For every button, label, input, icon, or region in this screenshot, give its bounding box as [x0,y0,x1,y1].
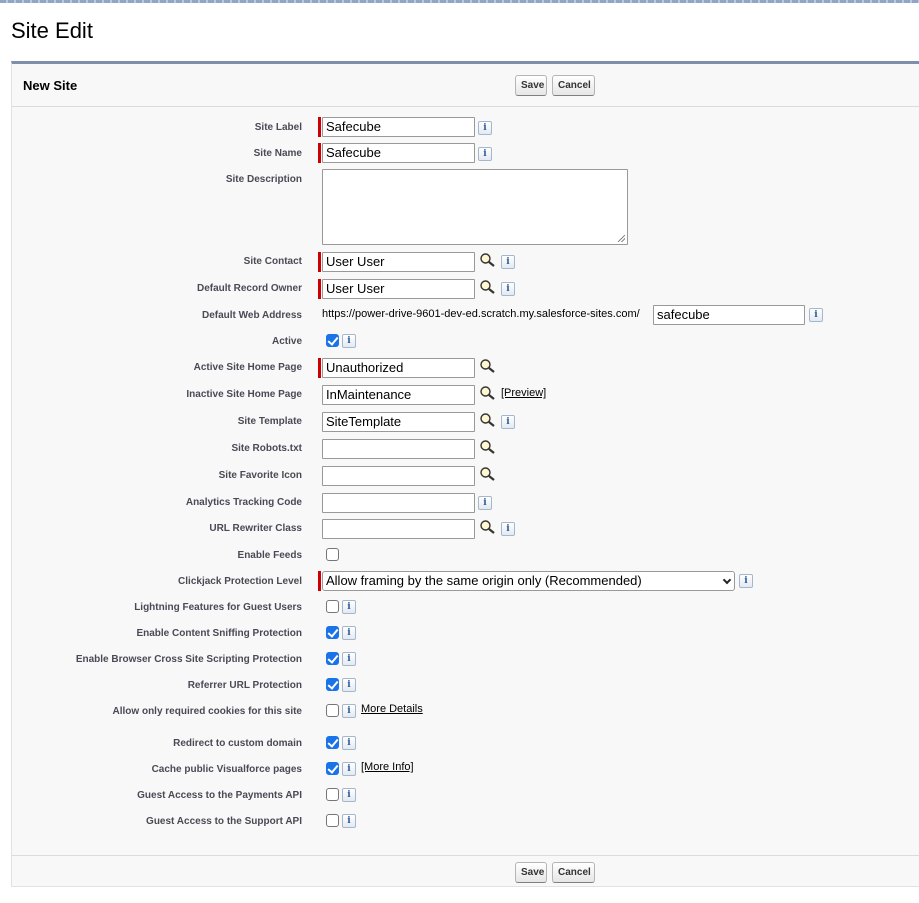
info-icon[interactable]: i [478,121,492,135]
active-site-home-page-input[interactable]: Unauthorized [322,358,475,378]
top-border [0,0,919,3]
guest-support-api-checkbox[interactable] [326,814,339,827]
site-label-label: Site Label [254,122,302,133]
cancel-button-top[interactable]: Cancel [552,75,595,96]
redirect-custom-domain-label: Redirect to custom domain [173,738,302,749]
required-indicator [318,571,321,591]
guest-support-api-label: Guest Access to the Support API [146,816,302,827]
required-indicator [318,143,321,163]
browser-xss-checkbox[interactable] [326,652,339,665]
site-name-label: Site Name [253,148,302,159]
lookup-magnifier-icon[interactable] [479,279,497,295]
redirect-custom-domain-checkbox[interactable] [326,736,339,749]
cache-visualforce-label: Cache public Visualforce pages [151,764,302,775]
referrer-url-checkbox[interactable] [326,678,339,691]
inactive-site-home-page-label: Inactive Site Home Page [186,389,302,400]
lookup-magnifier-icon[interactable] [479,466,497,482]
more-details-link[interactable]: More Details [361,703,423,715]
guest-payments-api-label: Guest Access to the Payments API [137,790,302,801]
lookup-magnifier-icon[interactable] [479,252,497,268]
info-icon[interactable]: i [342,762,356,776]
info-icon[interactable]: i [478,496,492,510]
inactive-site-home-page-input[interactable]: InMaintenance [322,385,475,405]
required-indicator [318,358,321,378]
info-icon[interactable]: i [478,147,492,161]
site-favorite-icon-input[interactable] [322,466,475,486]
site-description-textarea[interactable] [322,169,628,245]
lookup-magnifier-icon[interactable] [479,385,497,401]
preview-link[interactable]: [Preview] [501,387,546,399]
active-checkbox[interactable] [326,334,339,347]
enable-feeds-checkbox[interactable] [326,548,339,561]
info-icon[interactable]: i [342,334,356,348]
web-address-prefix: https://power-drive-9601-dev-ed.scratch.… [322,308,640,320]
save-button-bottom[interactable]: Save [515,862,547,883]
web-address-input[interactable]: safecube [653,305,805,325]
info-icon[interactable]: i [342,600,356,614]
site-contact-label: Site Contact [243,256,302,267]
info-icon[interactable]: i [809,308,823,322]
referrer-url-label: Referrer URL Protection [187,680,302,691]
info-icon[interactable]: i [501,522,515,536]
active-site-home-page-label: Active Site Home Page [193,362,302,373]
active-label: Active [271,336,302,347]
required-cookies-checkbox[interactable] [326,704,339,717]
analytics-tracking-code-label: Analytics Tracking Code [185,497,302,508]
browser-xss-label: Enable Browser Cross Site Scripting Prot… [75,654,302,665]
page-title: Site Edit [11,18,93,43]
info-icon[interactable]: i [342,736,356,750]
lookup-magnifier-icon[interactable] [479,412,497,428]
cache-visualforce-checkbox[interactable] [326,762,339,775]
default-record-owner-label: Default Record Owner [196,283,302,294]
info-icon[interactable]: i [342,652,356,666]
required-indicator [318,252,321,272]
enable-feeds-label: Enable Feeds [237,550,302,561]
content-sniffing-label: Enable Content Sniffing Protection [136,628,302,639]
lightning-features-checkbox[interactable] [326,600,339,613]
default-web-address-label: Default Web Address [201,310,302,321]
info-icon[interactable]: i [501,282,515,296]
cancel-button-bottom[interactable]: Cancel [552,862,595,883]
guest-payments-api-checkbox[interactable] [326,788,339,801]
site-description-label: Site Description [225,174,302,185]
info-icon[interactable]: i [501,415,515,429]
info-icon[interactable]: i [342,788,356,802]
info-icon[interactable]: i [501,255,515,269]
required-indicator [318,117,321,137]
block-header: New Site Save Cancel [12,64,919,107]
site-name-input[interactable]: Safecube [322,143,475,163]
lookup-magnifier-icon[interactable] [479,358,497,374]
clickjack-protection-value: Allow framing by the same origin only (R… [326,573,642,588]
site-template-label: Site Template [237,416,302,427]
info-icon[interactable]: i [739,574,753,588]
site-robots-input[interactable] [322,439,475,459]
required-cookies-label: Allow only required cookies for this sit… [112,706,302,717]
analytics-tracking-code-input[interactable] [322,493,475,513]
info-icon[interactable]: i [342,814,356,828]
site-template-input[interactable]: SiteTemplate [322,412,475,432]
required-indicator [318,279,321,299]
site-label-input[interactable]: Safecube [322,117,475,137]
info-icon[interactable]: i [342,626,356,640]
url-rewriter-class-input[interactable] [322,519,475,539]
lookup-magnifier-icon[interactable] [479,439,497,455]
save-button-top[interactable]: Save [515,75,547,96]
content-sniffing-checkbox[interactable] [326,626,339,639]
chevron-down-icon [722,575,732,585]
block-footer: Save Cancel [12,855,919,890]
lookup-magnifier-icon[interactable] [479,519,497,535]
block-title: New Site [23,78,78,93]
clickjack-protection-label: Clickjack Protection Level [178,576,302,587]
site-favorite-icon-label: Site Favorite Icon [218,470,302,481]
clickjack-protection-select[interactable]: Allow framing by the same origin only (R… [322,571,735,591]
info-icon[interactable]: i [342,678,356,692]
site-robots-label: Site Robots.txt [231,443,302,454]
lightning-features-label: Lightning Features for Guest Users [134,602,302,613]
default-record-owner-input[interactable]: User User [322,279,475,299]
site-contact-input[interactable]: User User [322,252,475,272]
url-rewriter-class-label: URL Rewriter Class [209,523,302,534]
more-info-link[interactable]: [More Info] [361,761,414,773]
info-icon[interactable]: i [342,704,356,718]
